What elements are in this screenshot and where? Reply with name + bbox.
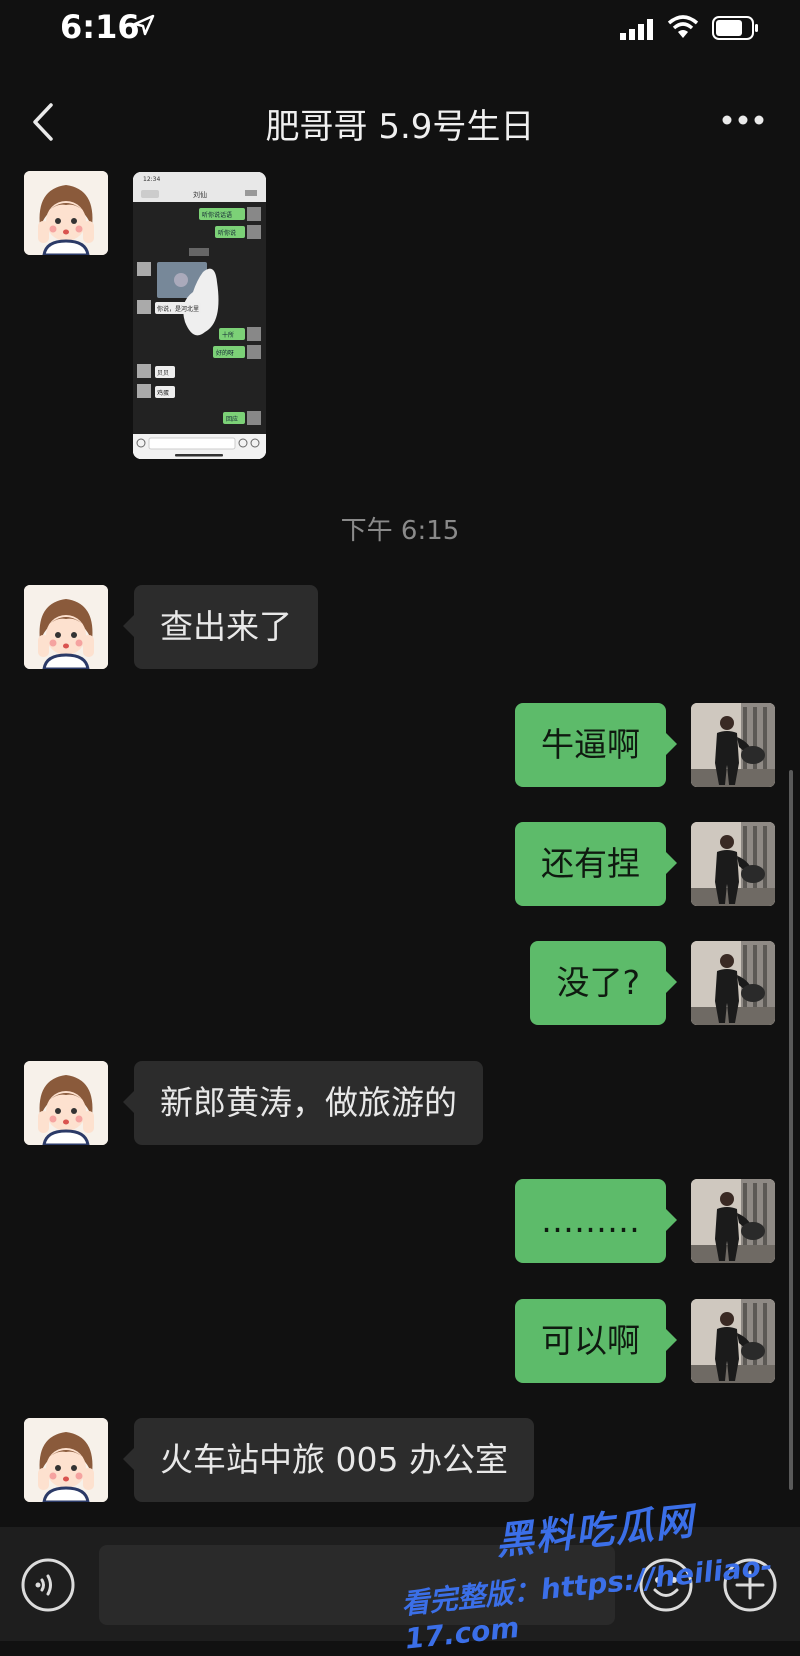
chat-title: 肥哥哥 5.9号生日: [265, 107, 535, 147]
man-avatar-photo: [691, 941, 775, 1025]
thumb-right-text-1: 听你说: [218, 229, 236, 237]
battery-icon: [712, 16, 758, 40]
image-message[interactable]: 12:34 刘仙 听你说话语 听你说 你说，是河北里 十所 好的呀 贝贝 鸡蛋 …: [133, 172, 266, 459]
thumb-right-text-0: 听你说话语: [202, 211, 232, 219]
avatar[interactable]: [691, 1179, 775, 1263]
avatar[interactable]: [24, 585, 108, 669]
message-bubble-sent[interactable]: 可以啊: [515, 1299, 677, 1383]
message-bubble-sent[interactable]: ………: [515, 1179, 677, 1263]
man-avatar-photo: [691, 1179, 775, 1263]
thumb-left-text-1: 贝贝: [157, 370, 169, 377]
message-bubble-received[interactable]: 火车站中旅 005 办公室: [123, 1418, 534, 1502]
chat-screenshot-thumbnail: 12:34 刘仙 听你说话语 听你说 你说，是河北里 十所 好的呀 贝贝 鸡蛋 …: [133, 172, 266, 459]
chat-header: 肥哥哥 5.9号生日: [0, 85, 800, 155]
avatar[interactable]: [691, 822, 775, 906]
status-time: 6:16: [60, 8, 140, 46]
message-bubble-sent[interactable]: 牛逼啊: [515, 703, 677, 787]
cellular-signal-icon: [620, 19, 653, 40]
thumb-time: 12:34: [143, 176, 160, 183]
more-dots-icon[interactable]: [722, 115, 764, 125]
girl-avatar-illustration: [24, 171, 108, 255]
thumb-left-text-2: 鸡蛋: [157, 389, 169, 397]
thumb-right-text-4: 回应: [226, 415, 238, 423]
message-bubble-received[interactable]: 查出来了: [123, 585, 318, 669]
voice-icon[interactable]: [20, 1557, 76, 1613]
status-bar: 6:16: [0, 0, 800, 60]
thumb-left-text-0: 你说，是河北里: [157, 305, 199, 313]
avatar[interactable]: [691, 1299, 775, 1383]
man-avatar-photo: [691, 1299, 775, 1383]
avatar[interactable]: [24, 1061, 108, 1145]
avatar[interactable]: [691, 941, 775, 1025]
girl-avatar-illustration: [24, 585, 108, 669]
avatar[interactable]: [691, 703, 775, 787]
wifi-icon: [667, 15, 699, 38]
girl-avatar-illustration: [24, 1061, 108, 1145]
man-avatar-photo: [691, 703, 775, 787]
message-bubble-sent[interactable]: 还有捏: [515, 822, 677, 906]
thumb-right-text-2: 十所: [222, 331, 234, 339]
avatar[interactable]: [24, 1418, 108, 1502]
message-bubble-received[interactable]: 新郎黄涛，做旅游的: [123, 1061, 483, 1145]
scrollbar[interactable]: [789, 770, 793, 1490]
girl-avatar-illustration: [24, 1418, 108, 1502]
man-avatar-photo: [691, 822, 775, 906]
message-bubble-sent[interactable]: 没了?: [530, 941, 677, 1025]
thumb-right-text-3: 好的呀: [216, 349, 234, 357]
message-timestamp: 下午 6:15: [340, 516, 460, 546]
avatar[interactable]: [24, 171, 108, 255]
thumb-title: 刘仙: [193, 190, 207, 199]
location-arrow-icon: [133, 14, 155, 36]
